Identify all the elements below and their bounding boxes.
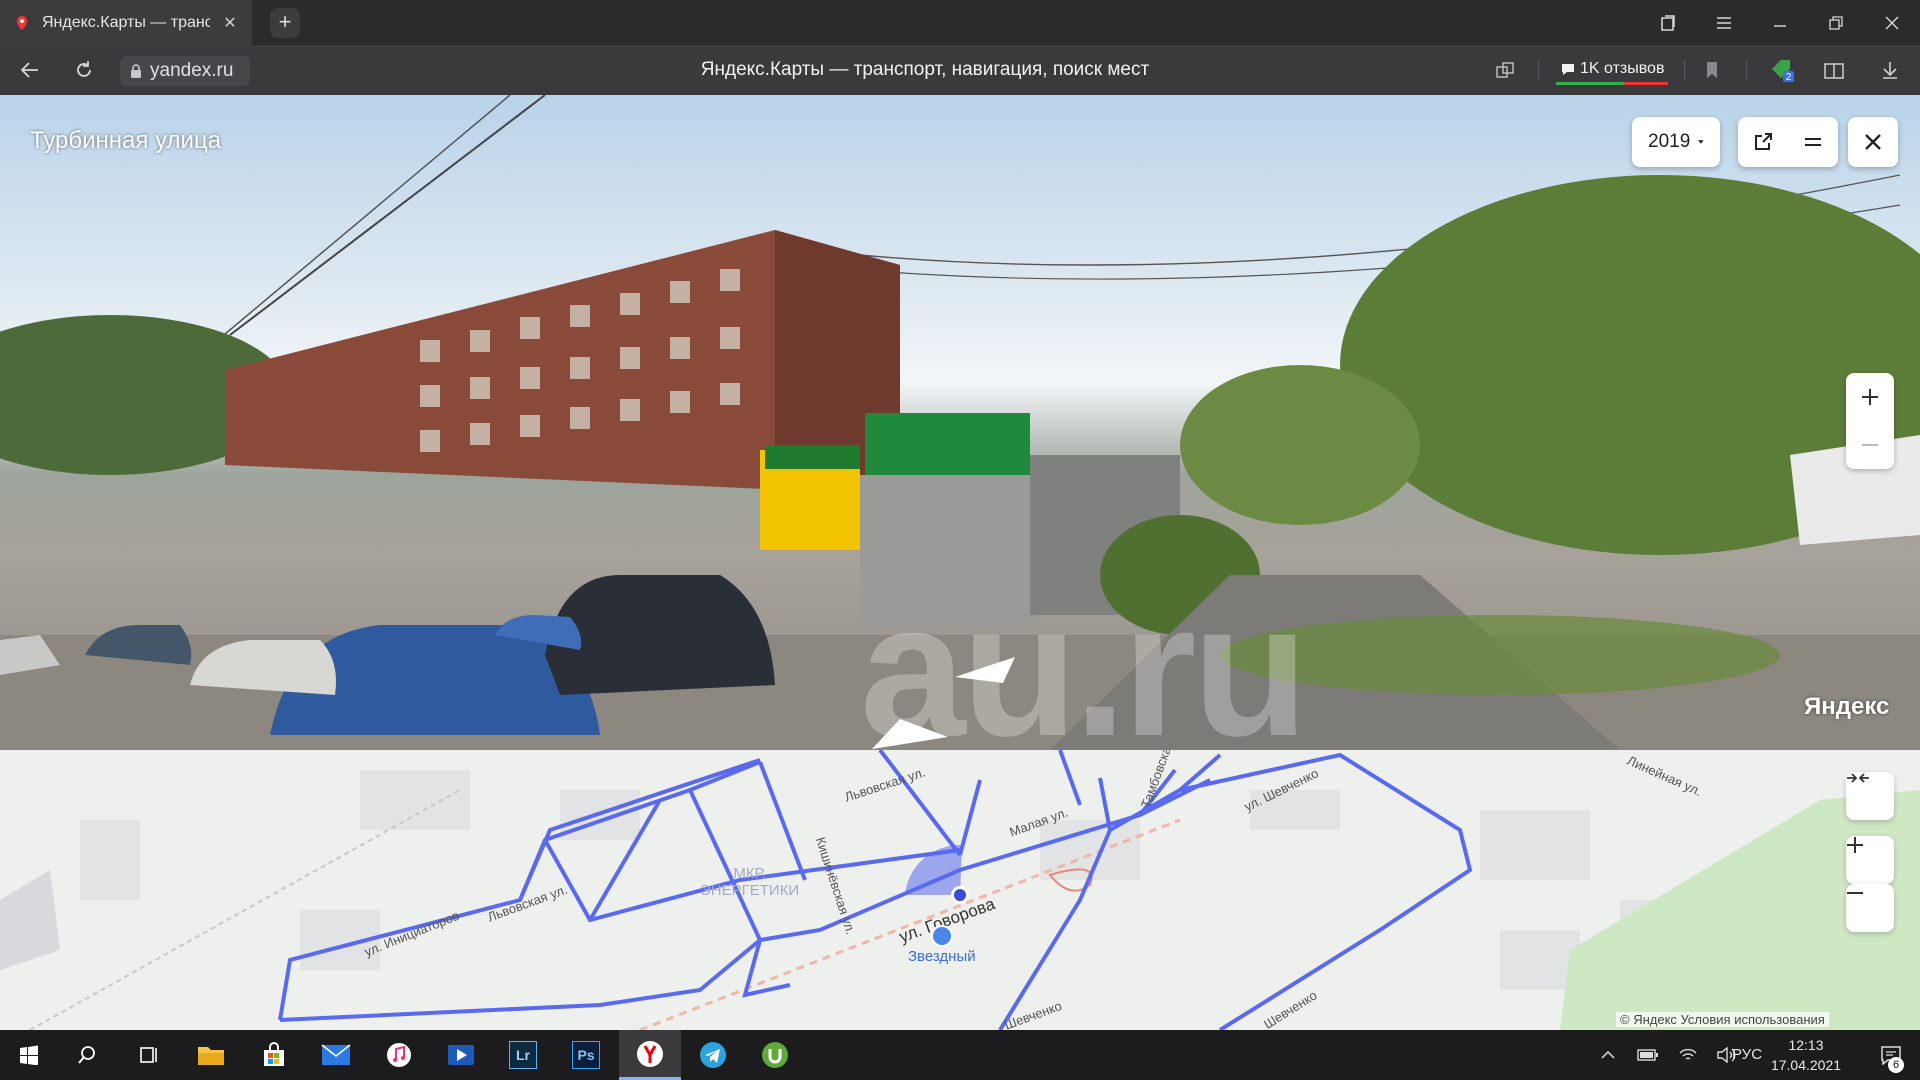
minimize-icon[interactable] — [1752, 0, 1808, 45]
menu-icon[interactable] — [1696, 0, 1752, 45]
divider — [1746, 60, 1747, 80]
map-copyright[interactable]: © Яндекс Условия использования — [1616, 1012, 1829, 1027]
divider — [1684, 60, 1685, 80]
yandex-logo: Яндекс — [1804, 693, 1890, 720]
extension-badge: 2 — [1786, 72, 1792, 83]
extension-icon[interactable]: 2 — [1760, 45, 1804, 95]
address-bar[interactable]: yandex.ru — [120, 56, 250, 86]
map-zoom-out-button[interactable] — [1846, 884, 1894, 932]
itunes-icon[interactable] — [370, 1030, 428, 1080]
zoom-in-button[interactable] — [1846, 373, 1894, 421]
tab-close-icon[interactable]: ✕ — [222, 13, 238, 33]
photoshop-label: Ps — [572, 1041, 600, 1069]
chevron-down-icon — [1698, 140, 1704, 144]
shopping-bag-icon[interactable] — [931, 925, 953, 947]
map-zoom-in-button[interactable] — [1846, 836, 1894, 884]
clock-date: 17.04.2021 — [1770, 1057, 1842, 1073]
lock-icon — [131, 63, 141, 78]
street-panorama[interactable]: au.ru Турбинная улица 2019 Яндекс — [0, 95, 1920, 750]
plus-icon — [1847, 837, 1863, 853]
photoshop-icon[interactable]: Ps — [557, 1030, 615, 1080]
lightroom-label: Lr — [509, 1041, 537, 1069]
minus-icon — [1862, 444, 1878, 446]
chevron-up-icon[interactable] — [1588, 1030, 1628, 1080]
split-view-icon[interactable] — [1788, 117, 1838, 167]
notification-count: 6 — [1888, 1057, 1904, 1073]
search-icon[interactable] — [58, 1030, 116, 1080]
wifi-icon[interactable] — [1668, 1030, 1708, 1080]
lightroom-icon[interactable]: Lr — [494, 1030, 552, 1080]
tab-strip: Яндекс.Карты — транспорт ✕ + — [0, 0, 1920, 45]
navigate-arrow-icon[interactable] — [870, 717, 950, 750]
close-panorama-button[interactable] — [1848, 117, 1898, 167]
file-explorer-icon[interactable] — [182, 1030, 240, 1080]
collapse-map-button[interactable] — [1846, 772, 1894, 820]
task-view-icon[interactable] — [120, 1030, 178, 1080]
back-icon[interactable] — [8, 45, 52, 95]
navigate-arrow-icon[interactable] — [955, 655, 1025, 685]
share-external-icon[interactable] — [1738, 117, 1788, 167]
map-canvas — [0, 750, 1920, 1030]
navigation-bar: yandex.ru Яндекс.Карты — транспорт, нави… — [0, 45, 1920, 95]
start-icon[interactable] — [0, 1030, 58, 1080]
browser-tab-yandex-maps[interactable]: Яндекс.Карты — транспорт ✕ — [0, 0, 252, 45]
language-indicator[interactable]: РУС — [1732, 1046, 1762, 1063]
close-window-icon[interactable] — [1864, 0, 1920, 45]
map-view[interactable]: Львовская ул. Львовская ул. ул. Инициато… — [0, 750, 1920, 1030]
yandex-browser-icon[interactable] — [619, 1030, 681, 1080]
mail-icon[interactable] — [307, 1030, 365, 1080]
store-icon[interactable] — [245, 1030, 303, 1080]
bookmark-icon[interactable] — [1690, 45, 1734, 95]
reader-icon[interactable] — [1812, 45, 1856, 95]
notifications-icon[interactable] — [1862, 1030, 1920, 1080]
reviews-label: 1K отзывов — [1580, 59, 1665, 77]
map-pin-icon — [17, 15, 27, 30]
district-label: МКР. ЭНЕРГЕТИКИ — [700, 865, 800, 899]
page-title: Яндекс.Карты — транспорт, навигация, пои… — [700, 59, 1150, 80]
clock-time: 12:13 — [1788, 1037, 1824, 1053]
download-icon[interactable] — [1868, 45, 1912, 95]
media-player-icon[interactable] — [432, 1030, 490, 1080]
panorama-toolbar — [1738, 117, 1838, 167]
restore-icon[interactable] — [1808, 0, 1864, 45]
clock[interactable]: 12:13 17.04.2021 — [1760, 1035, 1852, 1075]
plus-icon — [1862, 389, 1878, 405]
collections-icon[interactable] — [1640, 0, 1696, 45]
reload-icon[interactable] — [62, 45, 106, 95]
close-icon — [1865, 134, 1881, 150]
copy-link-icon[interactable] — [1483, 45, 1527, 95]
battery-icon[interactable] — [1628, 1030, 1668, 1080]
panorama-zoom-controls — [1846, 373, 1894, 469]
street-name: Турбинная улица — [30, 127, 222, 154]
speech-bubble-icon — [1562, 63, 1574, 75]
reviews-button[interactable]: 1K отзывов — [1556, 55, 1669, 85]
telegram-icon[interactable] — [684, 1030, 742, 1080]
tab-title: Яндекс.Карты — транспорт — [42, 13, 210, 31]
poi-label[interactable]: Звездный — [908, 948, 976, 965]
windows-taskbar: Lr Ps РУС 12:13 17.04.2021 6 — [0, 1030, 1920, 1080]
year-value: 2019 — [1648, 131, 1691, 152]
minus-icon — [1847, 892, 1863, 894]
collapse-arrows-icon — [1847, 773, 1869, 783]
zoom-out-button[interactable] — [1846, 421, 1894, 469]
year-select[interactable]: 2019 — [1632, 117, 1720, 167]
new-tab-button[interactable]: + — [270, 8, 300, 38]
divider — [1538, 60, 1539, 80]
utorrent-icon[interactable] — [746, 1030, 804, 1080]
address-text: yandex.ru — [150, 60, 234, 81]
